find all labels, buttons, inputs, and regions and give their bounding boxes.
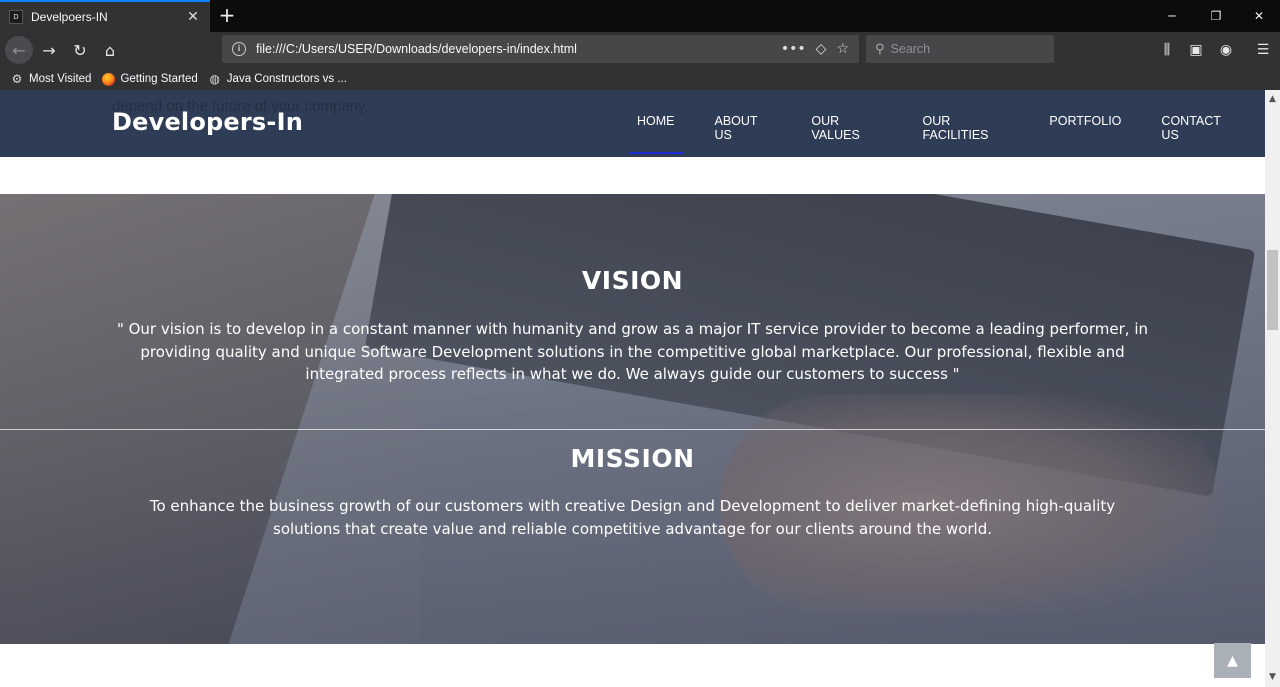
forward-button[interactable]: → xyxy=(35,36,63,64)
globe-icon: ◍ xyxy=(209,72,221,86)
vision-mission-section: VISION " Our vision is to develop in a c… xyxy=(0,194,1265,644)
nav-contact-us[interactable]: CONTACT US xyxy=(1153,112,1241,154)
bookmark-star-icon[interactable]: ☆ xyxy=(836,41,849,57)
mission-text: To enhance the business growth of our cu… xyxy=(149,497,1116,538)
nav-our-facilities[interactable]: OUR FACILITIES xyxy=(915,112,1018,154)
browser-tab[interactable]: D Develpoers-IN ✕ xyxy=(0,0,210,32)
hero-overlay xyxy=(0,194,1265,644)
address-bar[interactable]: i file:///C:/Users/USER/Downloads/develo… xyxy=(222,35,859,63)
firefox-icon xyxy=(101,72,115,86)
gear-icon: ⚙ xyxy=(11,72,23,86)
bookmark-getting-started[interactable]: Getting Started xyxy=(101,72,198,86)
nav-home[interactable]: HOME xyxy=(629,112,683,154)
vision-text: " Our vision is to develop in a constant… xyxy=(116,320,1149,383)
search-icon: ⚲ xyxy=(875,41,885,57)
bookmark-label: Getting Started xyxy=(120,73,198,85)
vision-heading: VISION xyxy=(581,266,684,295)
back-button[interactable]: ← xyxy=(5,36,33,64)
nav-about-us[interactable]: ABOUT US xyxy=(707,112,780,154)
scroll-to-top-button[interactable]: ▲ xyxy=(1214,643,1251,678)
sidebar-icon[interactable]: ▣ xyxy=(1186,40,1206,60)
close-window-icon[interactable]: ✕ xyxy=(1237,0,1280,32)
bookmark-label: Java Constructors vs ... xyxy=(226,73,347,85)
reload-button[interactable]: ↻ xyxy=(66,36,94,64)
close-tab-icon[interactable]: ✕ xyxy=(186,9,200,25)
site-header: depend on the future of your company. De… xyxy=(0,90,1265,157)
site-info-icon[interactable]: i xyxy=(232,42,246,56)
home-button[interactable]: ⌂ xyxy=(96,36,124,64)
new-tab-button[interactable]: + xyxy=(216,4,238,26)
bookmark-label: Most Visited xyxy=(29,73,92,85)
search-bar[interactable]: ⚲ xyxy=(866,35,1054,63)
tab-bar: D Develpoers-IN ✕ + ─ ❐ ✕ xyxy=(0,0,1280,32)
browser-toolbar: ← → ↻ ⌂ i file:///C:/Users/USER/Download… xyxy=(0,32,1280,68)
bookmarks-toolbar: ⚙ Most Visited Getting Started ◍ Java Co… xyxy=(0,68,1280,90)
page-scrollbar[interactable]: ▲ ▼ xyxy=(1265,90,1280,687)
pocket-icon[interactable]: ◇ xyxy=(816,41,827,57)
scrollbar-thumb[interactable] xyxy=(1267,250,1278,330)
page-viewport: depend on the future of your company. De… xyxy=(0,90,1265,687)
mission-heading: MISSION xyxy=(570,444,695,473)
favicon-icon: D xyxy=(9,10,23,24)
minimize-window-icon[interactable]: ─ xyxy=(1150,0,1194,32)
bookmark-java-constructors[interactable]: ◍ Java Constructors vs ... xyxy=(208,72,347,86)
page-actions-icon[interactable]: ••• xyxy=(781,41,806,57)
site-logo[interactable]: Developers-In xyxy=(112,108,303,136)
main-nav: HOME ABOUT US OUR VALUES OUR FACILITIES … xyxy=(629,112,1265,154)
menu-icon[interactable]: ☰ xyxy=(1253,40,1273,60)
nav-portfolio[interactable]: PORTFOLIO xyxy=(1041,112,1129,154)
search-input[interactable] xyxy=(890,42,1031,56)
nav-our-values[interactable]: OUR VALUES xyxy=(803,112,890,154)
account-icon[interactable]: ◉ xyxy=(1216,40,1236,60)
library-icon[interactable]: ⫼ xyxy=(1157,40,1177,60)
restore-window-icon[interactable]: ❐ xyxy=(1194,0,1238,32)
scroll-down-arrow-icon[interactable]: ▼ xyxy=(1265,670,1280,685)
url-text[interactable]: file:///C:/Users/USER/Downloads/develope… xyxy=(256,42,781,56)
scroll-up-arrow-icon[interactable]: ▲ xyxy=(1265,92,1280,107)
section-divider xyxy=(0,429,1265,430)
bookmark-most-visited[interactable]: ⚙ Most Visited xyxy=(10,72,92,86)
tab-title: Develpoers-IN xyxy=(31,10,108,24)
